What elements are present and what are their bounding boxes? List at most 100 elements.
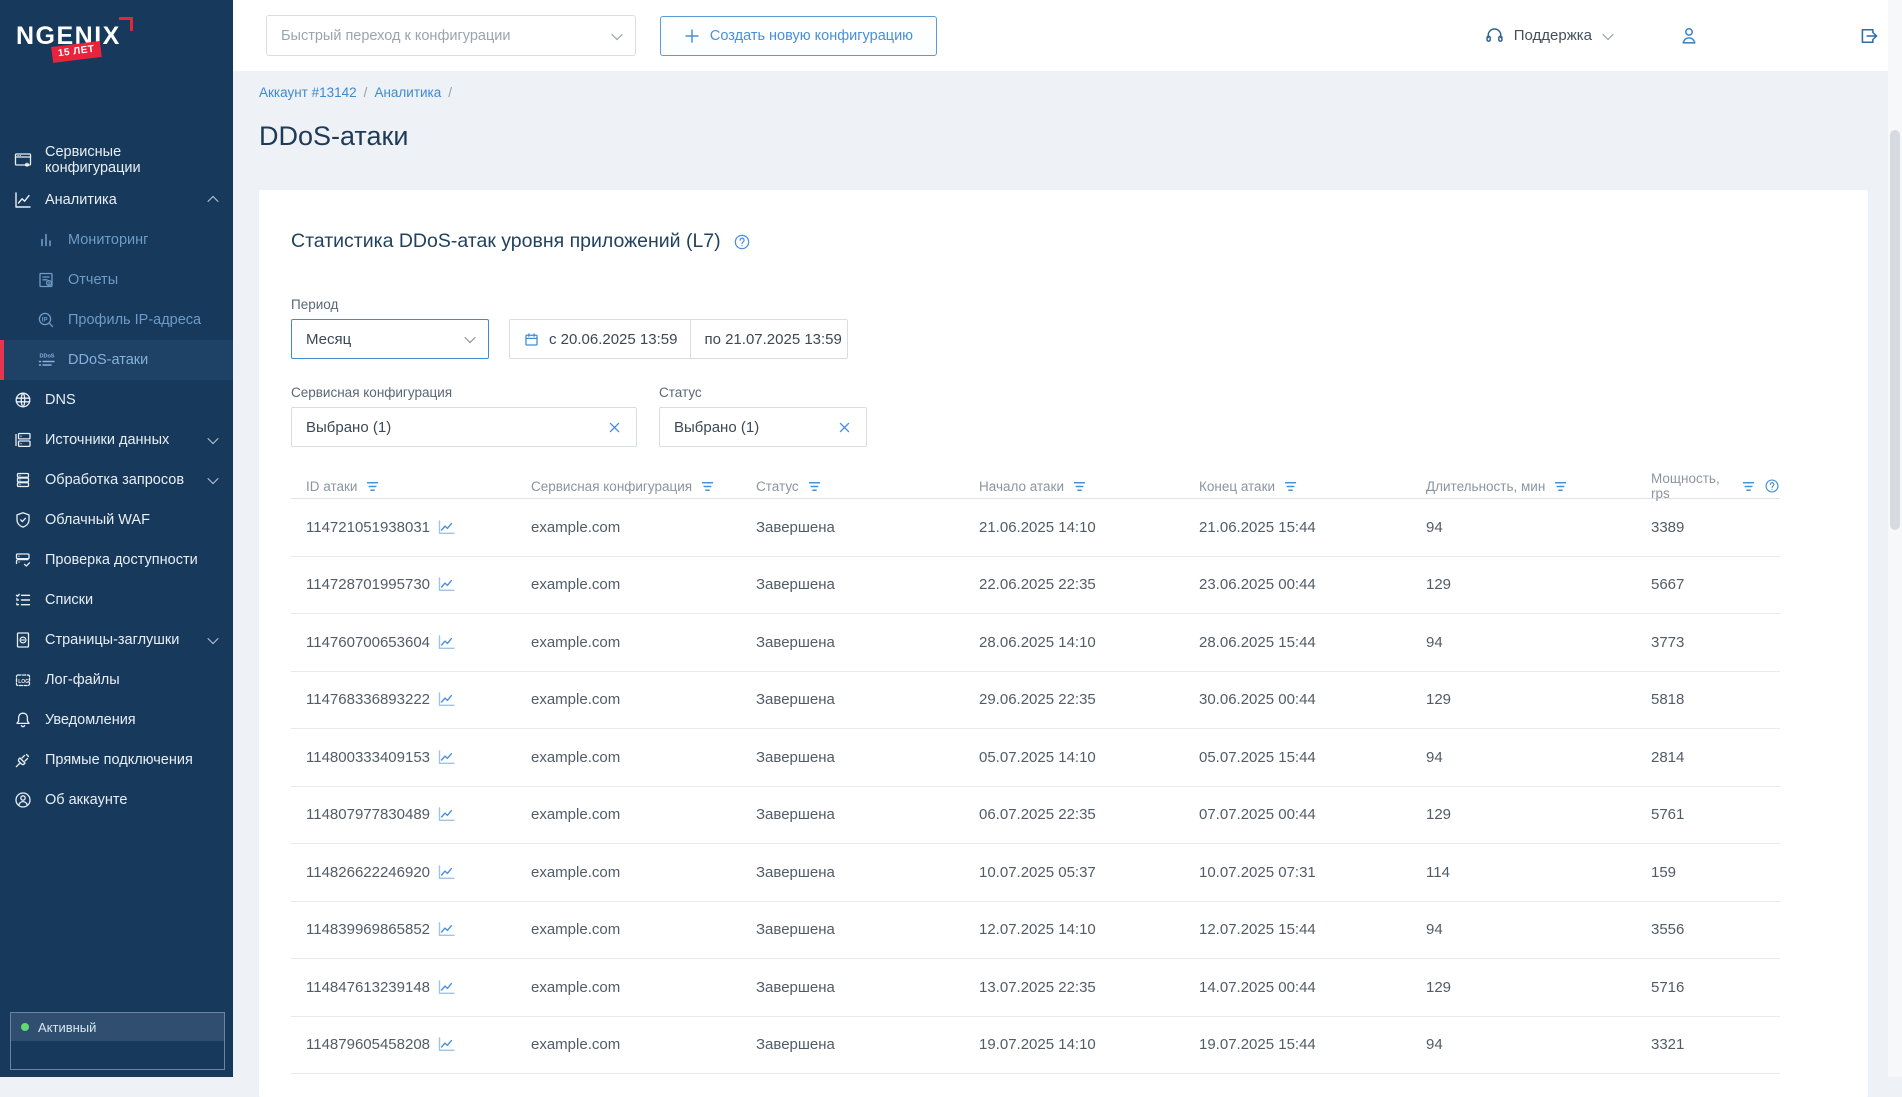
lists-icon xyxy=(13,590,33,610)
column-header: Длительность, мин xyxy=(1411,479,1636,494)
filter-icon[interactable] xyxy=(1553,479,1568,494)
table-row[interactable]: 114721051938031 example.com Завершена 21… xyxy=(291,499,1780,557)
table-row[interactable]: 114800333409153 example.com Завершена 05… xyxy=(291,729,1780,787)
sidebar-item-label: Страницы-заглушки xyxy=(45,632,180,648)
attack-power: 5761 xyxy=(1651,806,1685,824)
table-row[interactable]: 114879605458208 example.com Завершена 19… xyxy=(291,1017,1780,1074)
direct-connections-icon xyxy=(13,750,33,770)
service-config-filter[interactable]: Выбрано (1) xyxy=(291,407,637,447)
breadcrumb-link[interactable]: Аналитика xyxy=(374,85,441,100)
sidebar-item-about-account[interactable]: Об аккаунте xyxy=(0,780,233,820)
table-row[interactable]: 114760700653604 example.com Завершена 28… xyxy=(291,614,1780,672)
filter-icon[interactable] xyxy=(700,479,715,494)
sidebar-item-stub-pages[interactable]: Страницы-заглушки xyxy=(0,620,233,660)
attack-duration: 114 xyxy=(1426,863,1450,881)
attack-start: 12.07.2025 14:10 xyxy=(979,921,1096,939)
attack-status: Завершена xyxy=(756,691,835,709)
attack-config: example.com xyxy=(531,691,621,709)
sidebar-item-monitoring[interactable]: Мониторинг xyxy=(0,220,233,260)
data-sources-icon xyxy=(13,430,33,450)
filter-icon[interactable] xyxy=(1283,479,1298,494)
date-from[interactable]: с 20.06.2025 13:59 xyxy=(510,320,692,358)
attack-chart-icon[interactable] xyxy=(438,520,455,535)
sidebar-item-label: Сервисные конфигурации xyxy=(45,144,141,176)
sidebar-item-ip-profile[interactable]: IP Профиль IP-адреса xyxy=(0,300,233,340)
filter-icon[interactable] xyxy=(1072,479,1087,494)
column-header: ID атаки xyxy=(291,479,516,494)
table-row[interactable]: 114839969865852 example.com Завершена 12… xyxy=(291,902,1780,959)
sidebar-item-label: Мониторинг xyxy=(68,232,149,248)
attack-config: example.com xyxy=(531,921,621,939)
filter-icon[interactable] xyxy=(365,479,380,494)
attack-end: 21.06.2025 15:44 xyxy=(1199,518,1316,536)
table-row[interactable]: 114847613239148 example.com Завершена 13… xyxy=(291,959,1780,1017)
sidebar-item-dns[interactable]: DNS xyxy=(0,380,233,420)
attack-chart-icon[interactable] xyxy=(438,807,455,822)
availability-icon xyxy=(13,550,33,570)
brand-logo[interactable]: NGENIX 15 ЛЕТ xyxy=(0,0,233,140)
notifications-icon xyxy=(13,710,33,730)
attack-end: 05.07.2025 15:44 xyxy=(1199,748,1316,766)
attack-chart-icon[interactable] xyxy=(438,1037,455,1052)
quick-config-select[interactable]: Быстрый переход к конфигурации xyxy=(266,15,636,56)
sidebar-item-log-files[interactable]: LOG Лог-файлы xyxy=(0,660,233,700)
attack-chart-icon[interactable] xyxy=(438,635,455,650)
create-config-button[interactable]: Создать новую конфигурацию xyxy=(660,15,937,56)
sidebar-item-direct-connections[interactable]: Прямые подключения xyxy=(0,740,233,780)
clear-filter-icon[interactable] xyxy=(607,420,622,435)
scrollbar-thumb[interactable] xyxy=(1890,130,1900,530)
filter-icon[interactable] xyxy=(1741,479,1756,494)
attack-power: 3389 xyxy=(1651,518,1685,536)
sidebar-item-service-configs[interactable]: Сервисные конфигурации xyxy=(0,140,233,180)
sidebar: NGENIX 15 ЛЕТ Сервисные конфигурации Ана… xyxy=(0,0,233,1077)
breadcrumb-link[interactable]: Аккаунт #13142 xyxy=(259,85,357,100)
sidebar-item-availability[interactable]: Проверка доступности xyxy=(0,540,233,580)
logout-icon[interactable] xyxy=(1858,25,1880,47)
quick-config-placeholder: Быстрый переход к конфигурации xyxy=(281,27,511,44)
attack-end: 10.07.2025 07:31 xyxy=(1199,863,1316,881)
help-icon[interactable] xyxy=(1764,478,1780,494)
svg-text:IP: IP xyxy=(42,317,48,323)
chevron-icon xyxy=(207,472,219,485)
attack-chart-icon[interactable] xyxy=(438,865,455,880)
sidebar-item-data-sources[interactable]: Источники данных xyxy=(0,420,233,460)
table-row[interactable]: 114768336893222 example.com Завершена 29… xyxy=(291,672,1780,729)
attack-status: Завершена xyxy=(756,1036,835,1054)
support-menu[interactable]: Поддержка xyxy=(1484,25,1614,46)
date-range-picker[interactable]: с 20.06.2025 13:59 по 21.07.2025 13:59 xyxy=(509,319,848,359)
attack-end: 28.06.2025 15:44 xyxy=(1199,633,1316,651)
attack-chart-icon[interactable] xyxy=(438,750,455,765)
table-row[interactable]: 114807977830489 example.com Завершена 06… xyxy=(291,787,1780,844)
column-header: Начало атаки xyxy=(964,479,1184,494)
sidebar-item-ddos-attacks[interactable]: DDoS DDoS-атаки xyxy=(0,340,233,380)
help-icon[interactable] xyxy=(733,233,751,251)
sidebar-item-cloud-waf[interactable]: Облачный WAF xyxy=(0,500,233,540)
attack-end: 12.07.2025 15:44 xyxy=(1199,921,1316,939)
column-header: Сервисная конфигурация xyxy=(516,479,741,494)
table-row[interactable]: 114728701995730 example.com Завершена 22… xyxy=(291,557,1780,614)
attack-chart-icon[interactable] xyxy=(438,577,455,592)
attack-chart-icon[interactable] xyxy=(438,922,455,937)
sidebar-item-request-processing[interactable]: Обработка запросов xyxy=(0,460,233,500)
clear-filter-icon[interactable] xyxy=(837,420,852,435)
account-status-box[interactable]: Активный xyxy=(10,1012,225,1070)
period-select[interactable]: Месяц xyxy=(291,319,489,359)
sidebar-item-lists[interactable]: Списки xyxy=(0,580,233,620)
sidebar-item-label: Лог-файлы xyxy=(45,672,120,688)
stub-pages-icon xyxy=(13,630,33,650)
sidebar-item-reports[interactable]: Отчеты xyxy=(0,260,233,300)
attack-status: Завершена xyxy=(756,518,835,536)
date-from-value: с 20.06.2025 13:59 xyxy=(549,330,678,348)
status-filter[interactable]: Выбрано (1) xyxy=(659,407,867,447)
user-icon[interactable] xyxy=(1678,25,1700,47)
table-row[interactable]: 114826622246920 example.com Завершена 10… xyxy=(291,844,1780,902)
date-to[interactable]: по 21.07.2025 13:59 xyxy=(691,320,854,358)
table-header: ID атаки Сервисная конфигурация Статус Н… xyxy=(291,471,1780,501)
page-scrollbar[interactable] xyxy=(1888,0,1902,1077)
sidebar-item-analytics[interactable]: Аналитика xyxy=(0,180,233,220)
attack-id: 114760700653604 xyxy=(306,633,431,651)
attack-chart-icon[interactable] xyxy=(438,692,455,707)
sidebar-item-notifications[interactable]: Уведомления xyxy=(0,700,233,740)
attack-chart-icon[interactable] xyxy=(438,980,455,995)
filter-icon[interactable] xyxy=(807,479,822,494)
